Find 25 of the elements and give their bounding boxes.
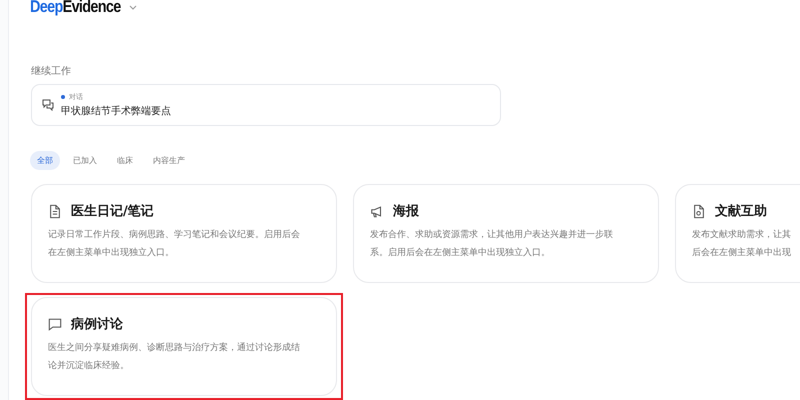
card-title: 医生日记/笔记 (71, 203, 154, 220)
card-title: 海报 (393, 203, 419, 220)
card-title: 文献互助 (715, 202, 767, 220)
card-description: 发布文献求助需求，让其 后会在左侧主菜单中出现 (692, 228, 792, 260)
logo[interactable]: DeepEvidence (30, 0, 121, 17)
chat-bubbles-icon (42, 99, 54, 111)
feature-card[interactable]: 文献互助 发布文献求助需求，让其 后会在左侧主菜单中出现 (675, 184, 800, 283)
card-description: 医生之间分享疑难病例、诊断思路与治疗方案，通过讨论形成结 论并沉淀临床经验。 (48, 341, 301, 373)
feature-card[interactable]: 医生日记/笔记 记录日常工作片段、病例思路、学习笔记和会议纪要。启用后会 在左侧主菜单中出现独立入口。 (31, 184, 337, 283)
feature-card[interactable]: 病例讨论 医生之间分享疑难病例、诊断思路与治疗方案，通过讨论形成结 论并沉淀临床经验。 (31, 297, 337, 396)
item-title: 甲状腺结节手术弊端要点 (61, 104, 171, 118)
feature-card[interactable]: 海报 发布合作、求助或资源需求，让其他用户表达兴趣并进一步联 系。启用后会在左侧主菜单中出现独立入口。 (353, 184, 659, 283)
card-title: 病例讨论 (71, 316, 123, 333)
chat-bubble-icon (48, 316, 62, 332)
filter-tab[interactable]: 内容生产 (146, 151, 192, 170)
document-icon (48, 204, 62, 218)
document-search-icon (692, 204, 706, 218)
chevron-down-icon[interactable] (128, 4, 137, 10)
section-title: 继续工作 (31, 64, 72, 78)
card-description: 发布合作、求助或资源需求，让其他用户表达兴趣并进一步联 系。启用后会在左侧主菜单中出现独立入口。 (370, 228, 614, 260)
filter-tab[interactable]: 已加入 (66, 151, 104, 170)
card-description: 记录日常工作片段、病例思路、学习笔记和会议纪要。启用后会 在左侧主菜单中出现独立入口。 (48, 228, 301, 260)
megaphone-icon (370, 204, 384, 218)
filter-tab[interactable]: 全部 (30, 151, 60, 170)
filter-tab[interactable]: 临床 (110, 151, 140, 170)
